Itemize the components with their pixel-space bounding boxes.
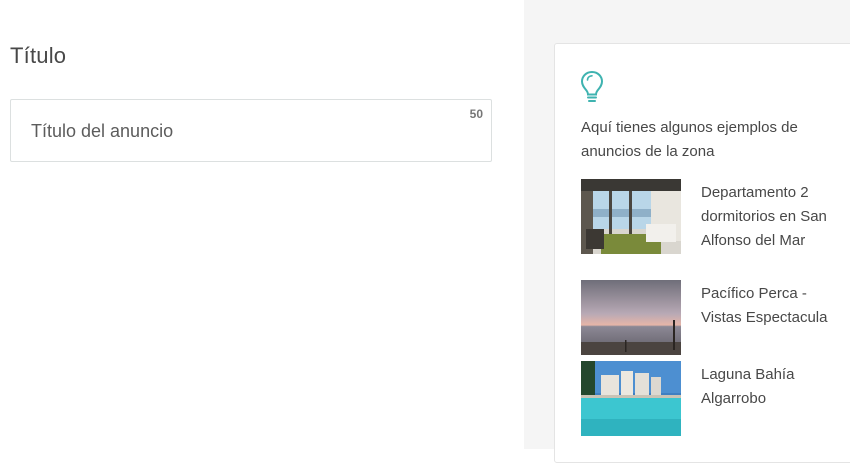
title-input[interactable] [31,100,451,163]
lightbulb-icon [580,70,604,102]
char-counter: 50 [469,107,483,121]
listing-photo[interactable] [581,361,681,436]
section-title: Título [10,43,67,68]
listing-title[interactable]: Laguna Bahía Algarrobo [701,363,831,411]
tips-card: Aquí tienes algunos ejemplos de anuncios… [554,43,850,463]
tips-text: Aquí tienes algunos ejemplos de anuncios… [581,119,798,160]
listing-photo[interactable] [581,280,681,355]
listing-title[interactable]: Departamento 2 dormitorios en San Alfons… [701,181,831,253]
listing-title[interactable]: Pacífico Perca - Vistas Espectacula [701,282,831,330]
listing-photo[interactable] [581,179,681,254]
title-field[interactable]: 50 [10,99,492,163]
